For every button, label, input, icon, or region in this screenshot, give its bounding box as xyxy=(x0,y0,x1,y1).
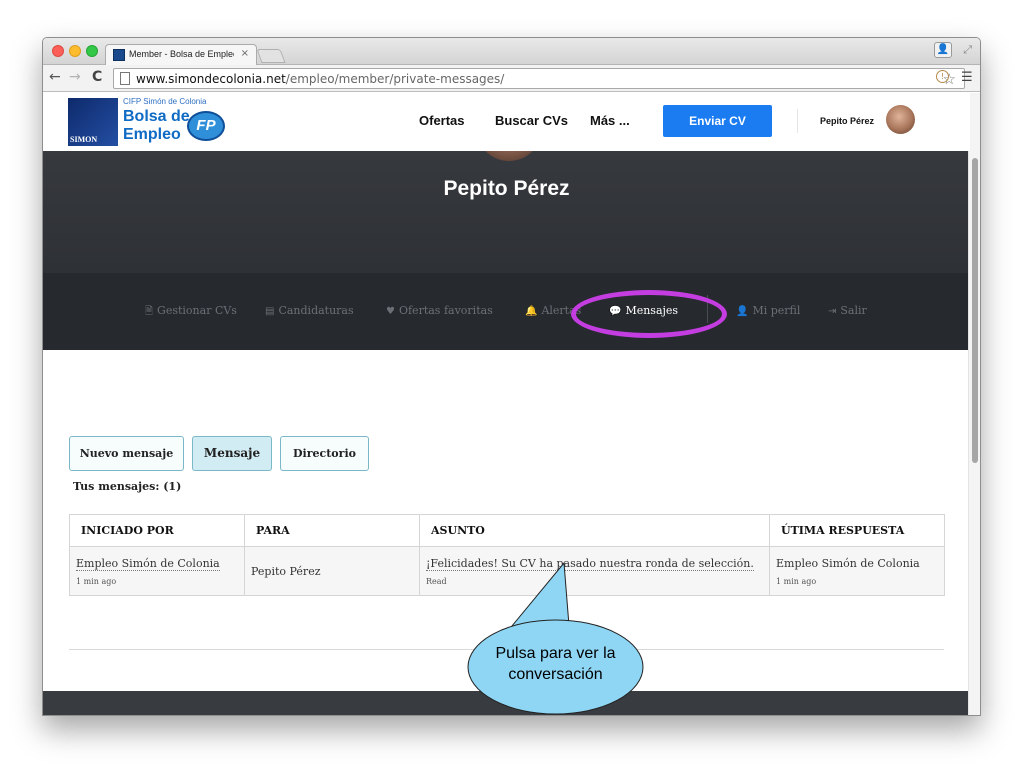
column-header-para: PARA xyxy=(244,514,420,547)
mensaje-button[interactable]: Mensaje xyxy=(192,436,272,471)
site-logo[interactable]: SIMON CIFP Simón de Colonia Bolsa de Emp… xyxy=(68,95,228,149)
profile-icon[interactable]: 👤 xyxy=(934,42,952,58)
last-reply-time: 1 min ago xyxy=(776,576,817,586)
bell-icon: 🔔 xyxy=(525,306,538,317)
scrollbar-thumb[interactable] xyxy=(972,158,978,463)
account-nav-label: Candidaturas xyxy=(278,304,354,317)
nuevo-mensaje-button[interactable]: Nuevo mensaje xyxy=(69,436,184,471)
extension-icon[interactable]: ! xyxy=(936,70,949,83)
account-nav-ofertas-favoritas[interactable]: ♥ Ofertas favoritas xyxy=(386,304,493,317)
user-avatar[interactable] xyxy=(886,105,915,134)
back-icon[interactable]: ← xyxy=(49,69,61,85)
cell-to: Pepito Pérez xyxy=(244,546,420,596)
sign-out-icon: ⇥ xyxy=(828,306,837,317)
cell-from: Empleo Simón de Colonia 1 min ago xyxy=(69,546,245,596)
messages-count: Tus mensajes: (1) xyxy=(73,480,182,493)
forward-icon[interactable]: → xyxy=(69,69,81,85)
heart-icon: ♥ xyxy=(386,306,395,317)
window-maximize-button[interactable] xyxy=(86,45,98,57)
new-tab-button[interactable] xyxy=(256,49,286,63)
page-scrollbar[interactable] xyxy=(968,93,980,715)
sender-link[interactable]: Empleo Simón de Colonia xyxy=(76,556,220,571)
tab-close-icon[interactable]: × xyxy=(241,48,249,59)
column-header-iniciado-por: INICIADO POR xyxy=(69,514,245,547)
callout-bubble: Pulsa para ver la conversación xyxy=(467,619,644,715)
directorio-button[interactable]: Directorio xyxy=(280,436,369,471)
nav-mas[interactable]: Más ... xyxy=(590,113,630,128)
address-bar[interactable]: www.simondecolonia.net/empleo/member/pri… xyxy=(113,68,965,89)
account-nav-label: Ofertas favoritas xyxy=(398,304,493,317)
account-nav-candidaturas[interactable]: ▤ Candidaturas xyxy=(265,304,354,317)
profile-hero: Pepito Pérez xyxy=(43,121,970,273)
site-header: SIMON CIFP Simón de Colonia Bolsa de Emp… xyxy=(43,93,970,151)
window-minimize-button[interactable] xyxy=(69,45,81,57)
document-icon: 🗎 xyxy=(145,306,154,317)
logo-mark-text: SIMON xyxy=(70,135,98,144)
account-nav-gestionar-cvs[interactable]: 🗎 Gestionar CVs xyxy=(145,304,237,321)
header-divider xyxy=(797,109,798,133)
page-icon xyxy=(120,72,130,85)
account-nav-label: Salir xyxy=(840,304,867,317)
favicon-icon xyxy=(113,49,125,61)
table-header-row: INICIADO POR PARA ASUNTO ÚTIMA RESPUESTA xyxy=(69,514,945,547)
header-user-name[interactable]: Pepito Pérez xyxy=(820,116,874,126)
callout-text: Pulsa para ver la conversación xyxy=(467,643,644,685)
account-nav: 🗎 Gestionar CVs ▤ Candidaturas ♥ Ofertas fa… xyxy=(43,273,970,350)
logo-title-line2: Empleo xyxy=(123,126,181,143)
last-reply-name: Empleo Simón de Colonia xyxy=(776,556,920,570)
window-close-button[interactable] xyxy=(52,45,64,57)
nav-ofertas[interactable]: Ofertas xyxy=(419,113,465,128)
mensajes-highlight-ellipse xyxy=(571,290,727,338)
tab-title: Member - Bolsa de Emplec xyxy=(129,49,234,59)
reload-icon[interactable]: C xyxy=(92,69,102,85)
tab-strip: Member - Bolsa de Emplec × 👤 ⤢ xyxy=(43,38,980,66)
menu-icon[interactable]: ☰ xyxy=(961,70,973,85)
url-text[interactable]: www.simondecolonia.net/empleo/member/pri… xyxy=(136,72,504,86)
account-nav-mi-perfil[interactable]: 👤 Mi perfil xyxy=(736,304,800,317)
url-path: /empleo/member/private-messages/ xyxy=(285,72,505,86)
account-nav-salir[interactable]: ⇥ Salir xyxy=(828,304,867,317)
user-icon: 👤 xyxy=(736,306,749,317)
sender-time: 1 min ago xyxy=(76,576,117,586)
browser-toolbar: ← → C www.simondecolonia.net/empleo/memb… xyxy=(43,65,980,92)
account-nav-label: Gestionar CVs xyxy=(157,304,237,317)
logo-mark: SIMON xyxy=(68,98,118,146)
column-header-ultima-respuesta: ÚTIMA RESPUESTA xyxy=(769,514,945,547)
url-domain: www.simondecolonia.net xyxy=(136,72,286,86)
browser-tab[interactable]: Member - Bolsa de Emplec × xyxy=(105,44,257,66)
account-nav-label: Mi perfil xyxy=(752,304,801,317)
hero-name: Pepito Pérez xyxy=(443,177,570,200)
enviar-cv-button[interactable]: Enviar CV xyxy=(663,105,772,137)
callout-line-1: Pulsa para ver la xyxy=(495,645,616,662)
fullscreen-icon[interactable]: ⤢ xyxy=(963,43,972,57)
callout-line-2: conversación xyxy=(508,666,603,683)
cell-last-reply: Empleo Simón de Colonia 1 min ago xyxy=(769,546,945,596)
logo-title-line1: Bolsa de xyxy=(123,108,190,125)
column-header-asunto: ASUNTO xyxy=(419,514,770,547)
logo-fp-badge: FP xyxy=(187,111,225,141)
card-icon: ▤ xyxy=(265,306,275,317)
nav-buscar-cvs[interactable]: Buscar CVs xyxy=(495,113,568,128)
logo-subtitle: CIFP Simón de Colonia xyxy=(123,97,207,106)
